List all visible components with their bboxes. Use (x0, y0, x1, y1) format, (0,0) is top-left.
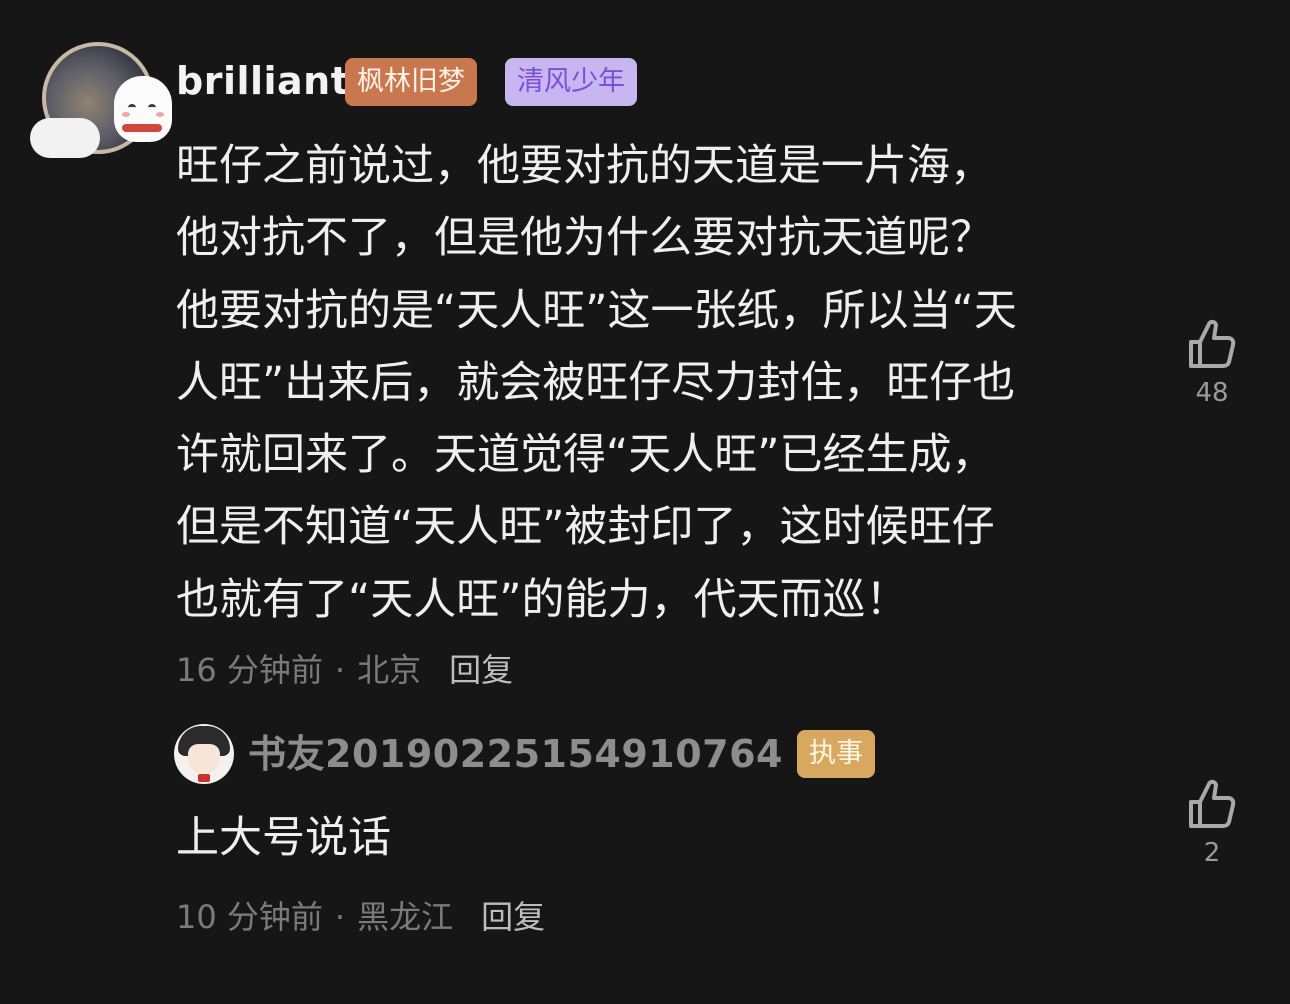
reply-button[interactable]: 回复 (481, 898, 545, 936)
avatar-tie (198, 774, 210, 782)
avatar-cloud-decoration (30, 118, 100, 158)
comment-text: 旺仔之前说过，他要对抗的天道是一片海， 他对抗不了，但是他为什么要对抗天道呢？ … (176, 141, 1017, 625)
user-badge[interactable]: 枫林旧梦 (345, 58, 477, 106)
username[interactable]: 书友20190225154910764 (248, 728, 783, 780)
like-count: 2 (1203, 838, 1221, 868)
user-badge[interactable]: 执事 (797, 730, 875, 778)
thumbs-up-icon (1189, 779, 1236, 828)
comment-location: 北京 (357, 651, 422, 689)
meta-separator: · (334, 651, 346, 689)
reply-button[interactable]: 回复 (449, 651, 513, 689)
pet-cheek (156, 112, 164, 117)
comment-location: 黑龙江 (357, 898, 454, 936)
pet-scarf (122, 124, 162, 132)
avatar[interactable] (28, 36, 172, 158)
username[interactable]: brilliant (176, 56, 349, 106)
comment-text: 上大号说话 (176, 813, 391, 863)
avatar-pet-decoration (114, 76, 172, 142)
pet-eye (148, 104, 156, 111)
comment-time: 10 分钟前 (176, 898, 323, 936)
comment-meta: 10 分钟前 · 黑龙江 回复 (176, 893, 545, 941)
thumbs-up-icon (1189, 319, 1236, 368)
like-count: 48 (1195, 378, 1229, 408)
meta-separator: · (334, 898, 346, 936)
pet-eye (128, 104, 136, 111)
comment-meta: 16 分钟前 · 北京 回复 (176, 646, 513, 694)
like-button[interactable]: 2 (1172, 778, 1252, 870)
avatar-face (188, 744, 220, 774)
pet-cheek (122, 112, 130, 117)
avatar[interactable] (174, 724, 234, 784)
user-badge[interactable]: 清风少年 (505, 58, 637, 106)
comment-time: 16 分钟前 (176, 651, 323, 689)
like-button[interactable]: 48 (1172, 318, 1252, 410)
